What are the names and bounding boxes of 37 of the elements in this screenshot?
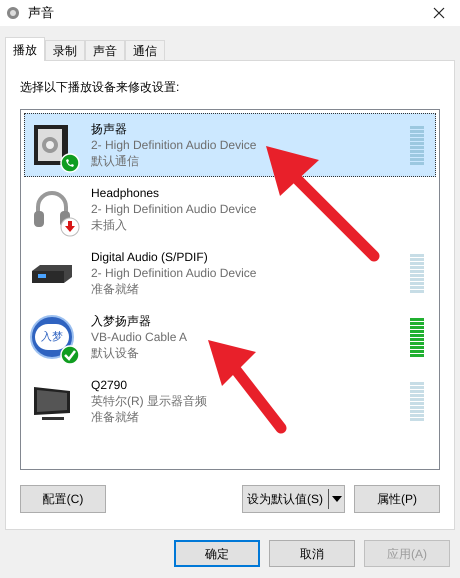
- device-status: 未插入: [91, 217, 128, 233]
- device-driver: 2- High Definition Audio Device: [91, 265, 258, 281]
- device-item[interactable]: Headphones 2- High Definition Audio Device 未插入: [24, 177, 436, 241]
- device-status: 默认通信: [91, 153, 140, 169]
- device-driver: 2- High Definition Audio Device: [91, 201, 258, 217]
- device-item[interactable]: Q2790 英特尔(R) 显示器音频 准备就绪: [24, 369, 436, 433]
- device-name: Q2790: [91, 377, 128, 393]
- tab[interactable]: 通信: [125, 40, 165, 60]
- configure-button[interactable]: 配置(C): [20, 485, 106, 513]
- set-default-button[interactable]: 设为默认值(S): [242, 485, 345, 513]
- speaker-app-icon: [6, 6, 20, 20]
- window-title: 声音: [28, 4, 54, 22]
- phone-badge-icon: [60, 153, 80, 173]
- check-badge-icon: [60, 345, 80, 365]
- app-logo-icon: 入梦: [30, 315, 74, 359]
- dropdown-caret-icon: [330, 495, 344, 503]
- tab[interactable]: 声音: [85, 40, 125, 60]
- dialog-button[interactable]: 取消: [269, 540, 355, 567]
- device-driver: VB-Audio Cable A: [91, 329, 188, 345]
- tab[interactable]: 录制: [45, 40, 85, 60]
- device-status: 准备就绪: [91, 409, 140, 425]
- device-name: Headphones: [91, 185, 160, 201]
- device-name: Digital Audio (S/PDIF): [91, 249, 209, 265]
- device-name: 入梦扬声器: [91, 313, 152, 329]
- dialog-button[interactable]: 确定: [174, 540, 260, 567]
- device-item[interactable]: Digital Audio (S/PDIF) 2- High Definition Audio Device 准备就绪: [24, 241, 436, 305]
- close-icon: [433, 7, 445, 19]
- down-arrow-badge-icon: [60, 217, 80, 237]
- device-status: 准备就绪: [91, 281, 140, 297]
- device-item[interactable]: 扬声器 2- High Definition Audio Device 默认通信: [24, 113, 436, 177]
- properties-button[interactable]: 属性(P): [354, 485, 440, 513]
- tab[interactable]: 播放: [5, 37, 45, 61]
- device-status: 默认设备: [91, 345, 140, 361]
- device-driver: 2- High Definition Audio Device: [91, 137, 258, 153]
- device-driver: 英特尔(R) 显示器音频: [91, 393, 208, 409]
- instruction-text: 选择以下播放设备来修改设置:: [20, 79, 180, 96]
- device-name: 扬声器: [91, 121, 128, 137]
